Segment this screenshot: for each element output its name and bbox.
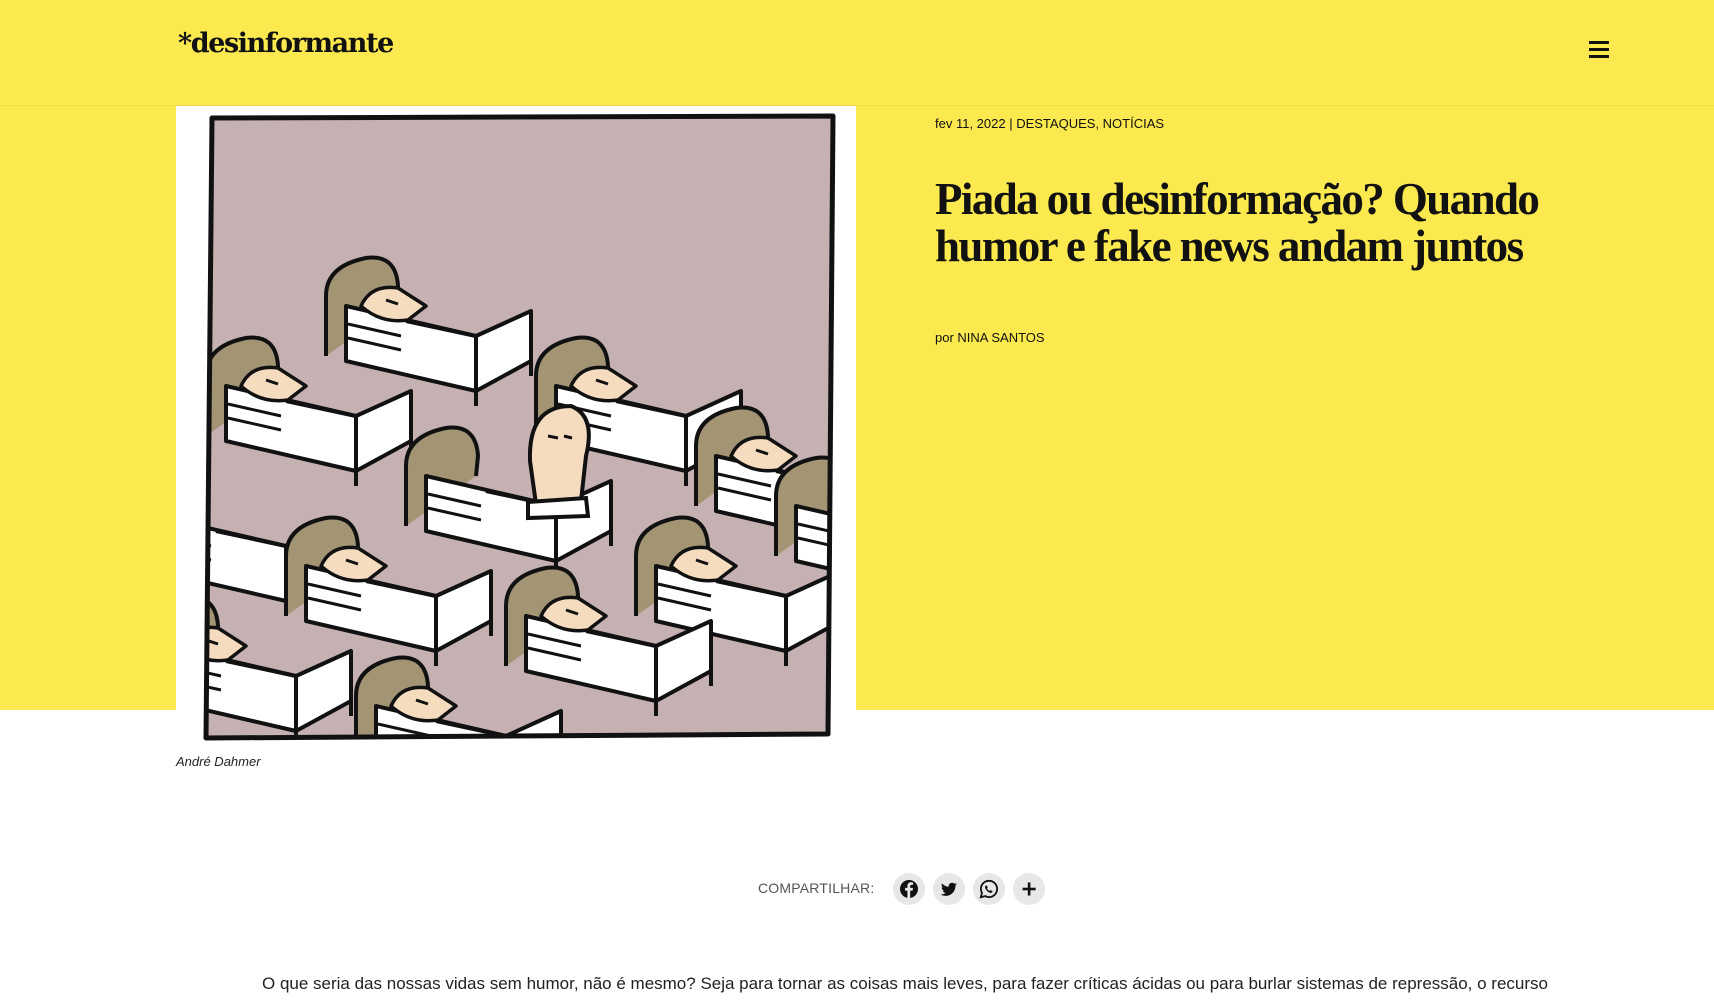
site-logo[interactable]: *desinformante (178, 28, 394, 59)
site-header: *desinformante (0, 0, 1714, 106)
share-facebook-button[interactable] (893, 873, 925, 905)
author-link[interactable]: NINA SANTOS (957, 330, 1044, 345)
meta-separator: | (1005, 116, 1017, 131)
category-link-destaques[interactable]: DESTAQUES (1016, 116, 1095, 131)
category-link-noticias[interactable]: NOTÍCIAS (1103, 116, 1164, 131)
article-title: Piada ou desinformação? Quando humor e f… (935, 174, 1540, 271)
share-more-button[interactable] (1013, 873, 1045, 905)
hamburger-menu-icon[interactable] (1586, 38, 1612, 62)
image-caption: André Dahmer (176, 754, 261, 769)
share-whatsapp-button[interactable] (973, 873, 1005, 905)
share-twitter-button[interactable] (933, 873, 965, 905)
byline: por NINA SANTOS (935, 330, 1045, 345)
twitter-icon (940, 882, 957, 896)
post-date: fev 11, 2022 (935, 116, 1006, 131)
post-meta: fev 11, 2022 | DESTAQUES, NOTÍCIAS (935, 116, 1164, 131)
plus-icon (1022, 882, 1036, 896)
share-label: COMPARTILHAR: (758, 880, 875, 896)
byline-prefix: por (935, 330, 958, 345)
facebook-icon (900, 880, 918, 898)
featured-illustration (176, 106, 856, 742)
category-separator: , (1095, 116, 1103, 131)
whatsapp-icon (979, 879, 999, 899)
article-paragraph: O que seria das nossas vidas sem humor, … (262, 974, 1548, 993)
